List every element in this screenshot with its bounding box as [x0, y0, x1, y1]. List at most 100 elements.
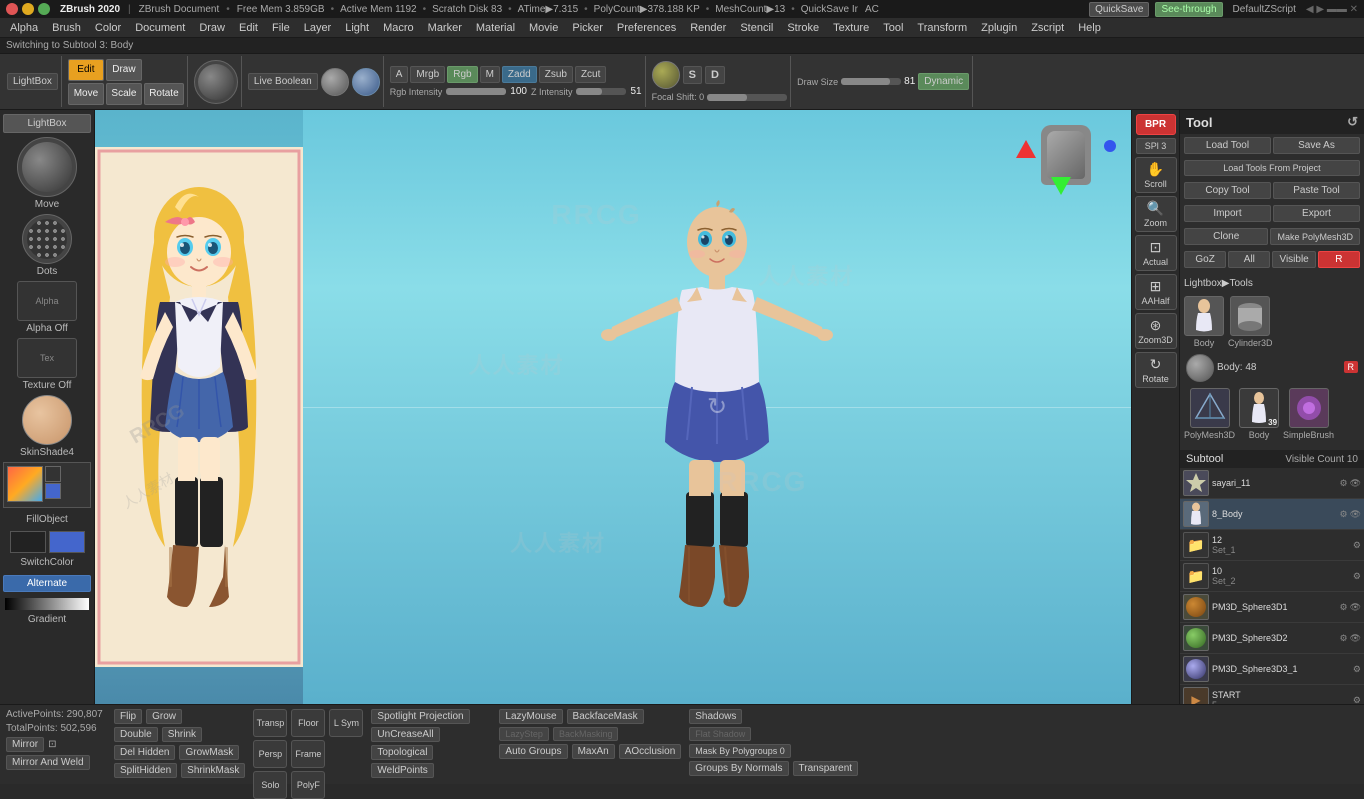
menu-light[interactable]: Light: [339, 20, 375, 36]
body-sub-gear[interactable]: ⚙: [1339, 509, 1347, 520]
dynamic-btn[interactable]: Dynamic: [918, 73, 969, 90]
lazymouse-btn[interactable]: LazyMouse: [499, 709, 562, 724]
load-tools-from-project-btn[interactable]: Load Tools From Project: [1184, 160, 1360, 176]
flip-btn[interactable]: Flip: [114, 709, 142, 724]
grow-btn[interactable]: Grow: [146, 709, 182, 724]
menu-alpha[interactable]: Alpha: [4, 20, 44, 36]
menu-material[interactable]: Material: [470, 20, 521, 36]
see-through-btn[interactable]: See-through: [1155, 2, 1222, 17]
double-btn[interactable]: Double: [114, 727, 158, 742]
win-min-btn[interactable]: [22, 3, 34, 15]
l-sym-btn[interactable]: L Sym: [329, 709, 363, 737]
edit-btn[interactable]: Edit: [68, 59, 104, 81]
menu-document[interactable]: Document: [129, 20, 191, 36]
subtool-sayari11[interactable]: sayari_11 ⚙ 👁: [1180, 468, 1364, 499]
bpr-btn[interactable]: BPR: [1136, 114, 1176, 135]
mask-by-polygroups-btn[interactable]: Mask By Polygroups 0: [689, 744, 791, 758]
all-btn[interactable]: All: [1228, 251, 1270, 268]
lazystep-btn[interactable]: LazyStep: [499, 727, 549, 741]
scroll-btn[interactable]: ✋ Scroll: [1135, 157, 1177, 193]
win-max-btn[interactable]: [38, 3, 50, 15]
menu-brush[interactable]: Brush: [46, 20, 87, 36]
refresh-icon[interactable]: ↺: [1347, 114, 1358, 130]
draw-btn[interactable]: Draw: [106, 59, 142, 81]
save-as-btn[interactable]: Save As: [1273, 137, 1360, 154]
menu-zplugin[interactable]: Zplugin: [975, 20, 1023, 36]
menu-marker[interactable]: Marker: [422, 20, 468, 36]
draw-size-slider[interactable]: [841, 78, 901, 85]
menu-draw[interactable]: Draw: [193, 20, 231, 36]
move-tool-item[interactable]: Move: [7, 137, 87, 210]
copy-tool-btn[interactable]: Copy Tool: [1184, 182, 1271, 199]
sphere-preview-1[interactable]: [321, 68, 349, 96]
rgb-btn[interactable]: Rgb: [447, 66, 477, 83]
shrink-mask-btn[interactable]: ShrinkMask: [181, 763, 245, 778]
visible-btn[interactable]: Visible: [1272, 251, 1315, 268]
fg-color[interactable]: [45, 483, 61, 499]
lightbox-btn[interactable]: LightBox: [7, 73, 58, 90]
menu-file[interactable]: File: [266, 20, 296, 36]
sphere2-eye[interactable]: 👁: [1350, 633, 1361, 644]
spl3-btn[interactable]: SPl 3: [1136, 138, 1176, 154]
maxan-btn[interactable]: MaxAn: [572, 744, 615, 759]
mrgb-btn[interactable]: Mrgb: [410, 66, 445, 83]
flat-shadow-btn[interactable]: Flat Shadow: [689, 727, 751, 741]
tool-thumb-body[interactable]: Body: [1184, 296, 1224, 348]
menu-picker[interactable]: Picker: [566, 20, 609, 36]
load-tool-btn[interactable]: Load Tool: [1184, 137, 1271, 154]
sphere3-gear[interactable]: ⚙: [1353, 664, 1361, 675]
tool-thumb-polymesh[interactable]: PolyMesh3D: [1184, 388, 1235, 440]
menu-color[interactable]: Color: [89, 20, 127, 36]
r-btn[interactable]: R: [1318, 251, 1360, 268]
d-btn[interactable]: D: [705, 66, 725, 84]
make-polymesh-btn[interactable]: Make PolyMesh3D: [1270, 228, 1360, 245]
bg-color[interactable]: [45, 466, 61, 482]
topological-btn[interactable]: Topological: [371, 745, 433, 760]
tool-thumb-cylinder[interactable]: Cylinder3D: [1228, 296, 1273, 348]
clone-btn[interactable]: Clone: [1184, 228, 1268, 245]
zoom-btn[interactable]: 🔍 Zoom: [1135, 196, 1177, 232]
menu-texture[interactable]: Texture: [827, 20, 875, 36]
mirror-btn[interactable]: Mirror: [6, 737, 44, 752]
viewport[interactable]: RRCG 人人素材: [95, 110, 1131, 704]
start-gear[interactable]: ⚙: [1353, 695, 1361, 705]
menu-movie[interactable]: Movie: [523, 20, 564, 36]
a-btn[interactable]: A: [390, 66, 409, 83]
del-hidden-btn[interactable]: Del Hidden: [114, 745, 175, 760]
menu-help[interactable]: Help: [1072, 20, 1107, 36]
live-boolean-btn[interactable]: Live Boolean: [248, 73, 318, 90]
menu-zscript[interactable]: Zscript: [1025, 20, 1070, 36]
menu-layer[interactable]: Layer: [298, 20, 338, 36]
autogroups-btn[interactable]: Auto Groups: [499, 744, 567, 759]
sphere1-eye[interactable]: 👁: [1350, 602, 1361, 613]
subtool-sphere1[interactable]: PM3D_Sphere3D1 ⚙ 👁: [1180, 592, 1364, 623]
persp-btn[interactable]: Persp: [253, 740, 287, 768]
sayari11-gear[interactable]: ⚙: [1339, 478, 1347, 489]
scale-btn[interactable]: Scale: [106, 83, 142, 105]
subtool-set2[interactable]: 📁 10 Set_2 ⚙: [1180, 561, 1364, 592]
nav-gizmo[interactable]: [1031, 120, 1101, 190]
backmasking-btn[interactable]: BackMasking: [553, 727, 619, 741]
menu-render[interactable]: Render: [684, 20, 732, 36]
default-script[interactable]: DefaultZScript: [1229, 4, 1300, 15]
color-picker[interactable]: [7, 466, 43, 502]
menu-stencil[interactable]: Stencil: [734, 20, 779, 36]
body-r-btn[interactable]: R: [1344, 361, 1359, 373]
subtool-set1[interactable]: 📁 12 Set_1 ⚙: [1180, 530, 1364, 561]
brush-preview[interactable]: [194, 60, 238, 104]
body-sphere-preview[interactable]: [1186, 354, 1214, 382]
menu-preferences[interactable]: Preferences: [611, 20, 682, 36]
sayari11-eye[interactable]: 👁: [1350, 478, 1361, 489]
polyf-btn[interactable]: PolyF: [291, 771, 325, 799]
win-close-btn[interactable]: [6, 3, 18, 15]
uncreaseall-btn[interactable]: UnCreaseAll: [371, 727, 439, 742]
paste-tool-btn[interactable]: Paste Tool: [1273, 182, 1360, 199]
body-sub-eye[interactable]: 👁: [1350, 509, 1361, 520]
rgb-intensity-slider[interactable]: [446, 88, 506, 95]
subtool-sphere2[interactable]: PM3D_Sphere3D2 ⚙ 👁: [1180, 623, 1364, 654]
solo-btn[interactable]: Solo: [253, 771, 287, 799]
tool-thumb-simplebrush[interactable]: SimpleBrush: [1283, 388, 1334, 440]
zoom3d-btn[interactable]: ⊛ Zoom3D: [1135, 313, 1177, 349]
sphere1-gear[interactable]: ⚙: [1339, 602, 1347, 613]
s-sphere[interactable]: [652, 61, 680, 89]
